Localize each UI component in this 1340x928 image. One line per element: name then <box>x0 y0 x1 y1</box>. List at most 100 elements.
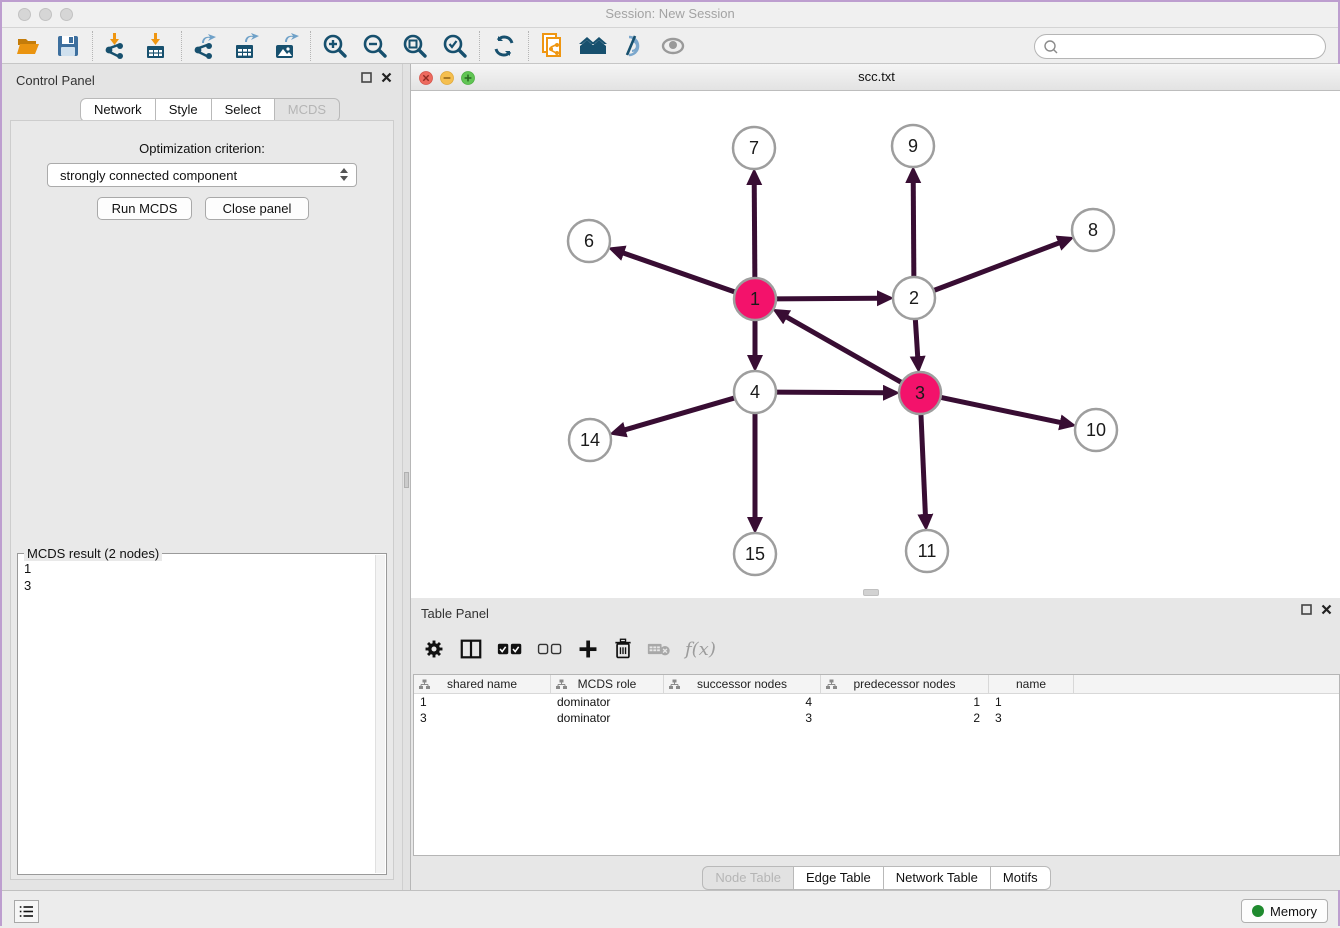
task-history-button[interactable] <box>14 900 39 923</box>
delete-column-icon[interactable] <box>613 638 633 660</box>
node-10[interactable]: 10 <box>1075 409 1117 451</box>
float-panel-icon[interactable] <box>361 72 372 83</box>
zoom-selected-icon[interactable] <box>435 31 475 61</box>
close-panel-icon[interactable] <box>381 72 392 83</box>
table-panel-title: Table Panel <box>421 606 489 621</box>
cell-successor-nodes[interactable]: 4 <box>664 694 821 710</box>
search-input[interactable] <box>1060 37 1325 57</box>
column-header-predecessor-nodes[interactable]: predecessor nodes <box>821 675 989 693</box>
tab-motifs[interactable]: Motifs <box>991 866 1051 890</box>
list-icon <box>19 905 34 918</box>
cell-predecessor-nodes[interactable]: 2 <box>821 710 989 726</box>
tab-network[interactable]: Network <box>80 98 156 122</box>
clone-network-icon[interactable] <box>533 31 573 61</box>
node-4[interactable]: 4 <box>734 371 776 413</box>
tab-network-table[interactable]: Network Table <box>884 866 991 890</box>
table-row[interactable]: 3dominator323 <box>414 710 1339 726</box>
close-network-icon[interactable] <box>419 71 433 85</box>
node-1[interactable]: 1 <box>734 278 776 320</box>
criterion-dropdown[interactable]: strongly connected component <box>47 163 357 187</box>
network-canvas[interactable]: 1 2 3 4 6 7 8 9 10 11 14 15 <box>411 91 1340 594</box>
edge-3-1[interactable] <box>786 317 903 384</box>
memory-status-icon <box>1252 905 1264 917</box>
edge-1-6[interactable] <box>623 253 737 293</box>
edge-2-8[interactable] <box>932 243 1060 291</box>
home-icon[interactable] <box>573 31 613 61</box>
node-14[interactable]: 14 <box>569 419 611 461</box>
close-table-panel-icon[interactable] <box>1321 604 1332 615</box>
network-hscrollbar-thumb[interactable] <box>863 589 879 596</box>
node-table[interactable]: shared nameMCDS rolesuccessor nodesprede… <box>413 674 1340 856</box>
edge-1-7[interactable] <box>754 184 755 280</box>
export-network-icon[interactable] <box>186 31 226 61</box>
node-8[interactable]: 8 <box>1072 209 1114 251</box>
node-6[interactable]: 6 <box>568 220 610 262</box>
maximize-traffic-icon[interactable] <box>60 8 73 21</box>
refresh-layout-icon[interactable] <box>484 31 524 61</box>
node-15[interactable]: 15 <box>734 533 776 575</box>
export-image-icon[interactable] <box>266 31 306 61</box>
optimization-criterion-label: Optimization criterion: <box>11 141 393 156</box>
zoom-in-icon[interactable] <box>315 31 355 61</box>
add-column-icon[interactable] <box>577 638 599 660</box>
cell-shared-name[interactable]: 1 <box>414 694 551 710</box>
result-scrollbar[interactable] <box>375 555 385 873</box>
tab-style[interactable]: Style <box>156 98 212 122</box>
column-header-name[interactable]: name <box>989 675 1074 693</box>
tab-node-table[interactable]: Node Table <box>702 866 794 890</box>
cell-predecessor-nodes[interactable]: 1 <box>821 694 989 710</box>
minimize-network-icon[interactable] <box>440 71 454 85</box>
table-row[interactable]: 1dominator411 <box>414 694 1339 710</box>
eye-icon[interactable] <box>653 31 693 61</box>
select-all-icon[interactable] <box>497 641 523 657</box>
float-table-panel-icon[interactable] <box>1301 604 1312 615</box>
edge-4-3[interactable] <box>774 392 884 393</box>
zoom-out-icon[interactable] <box>355 31 395 61</box>
cell-successor-nodes[interactable]: 3 <box>664 710 821 726</box>
edge-2-3[interactable] <box>915 317 918 357</box>
cell-MCDS-role[interactable]: dominator <box>551 694 664 710</box>
zoom-network-icon[interactable] <box>461 71 475 85</box>
column-header-shared-name[interactable]: shared name <box>414 675 551 693</box>
export-table-icon[interactable] <box>226 31 266 61</box>
zoom-fit-icon[interactable] <box>395 31 435 61</box>
node-3[interactable]: 3 <box>899 372 941 414</box>
import-network-icon[interactable] <box>97 31 137 61</box>
cell-MCDS-role[interactable]: dominator <box>551 710 664 726</box>
open-folder-icon[interactable] <box>8 31 48 61</box>
close-traffic-icon[interactable] <box>18 8 31 21</box>
memory-button[interactable]: Memory <box>1241 899 1328 923</box>
hide-panel-icon[interactable] <box>613 31 653 61</box>
gear-icon[interactable] <box>423 638 445 660</box>
network-graph[interactable]: 1 2 3 4 6 7 8 9 10 11 14 15 <box>411 91 1340 594</box>
column-header-successor-nodes[interactable]: successor nodes <box>664 675 821 693</box>
minimize-traffic-icon[interactable] <box>39 8 52 21</box>
columns-icon[interactable] <box>459 637 483 661</box>
search-field[interactable] <box>1034 34 1326 59</box>
deselect-all-icon[interactable] <box>537 641 563 657</box>
panel-splitter[interactable] <box>402 64 411 890</box>
run-mcds-button[interactable]: Run MCDS <box>97 197 192 220</box>
node-7[interactable]: 7 <box>733 127 775 169</box>
column-header-MCDS-role[interactable]: MCDS role <box>551 675 664 693</box>
edge-1-2[interactable] <box>774 298 878 299</box>
cell-shared-name[interactable]: 3 <box>414 710 551 726</box>
cell-name[interactable]: 1 <box>989 694 1074 710</box>
node-11[interactable]: 11 <box>906 530 948 572</box>
splitter-grip[interactable] <box>404 472 409 488</box>
edge-2-9[interactable] <box>913 182 914 279</box>
node-9[interactable]: 9 <box>892 125 934 167</box>
tab-select[interactable]: Select <box>212 98 275 122</box>
edge-3-10[interactable] <box>939 397 1061 423</box>
function-icon[interactable]: f(x) <box>685 639 716 660</box>
close-panel-button[interactable]: Close panel <box>205 197 309 220</box>
tab-edge-table[interactable]: Edge Table <box>794 866 884 890</box>
save-icon[interactable] <box>48 31 88 61</box>
cell-name[interactable]: 3 <box>989 710 1074 726</box>
import-table-icon[interactable] <box>137 31 177 61</box>
tab-mcds[interactable]: MCDS <box>275 98 340 122</box>
node-2[interactable]: 2 <box>893 277 935 319</box>
delete-table-icon[interactable] <box>647 640 671 658</box>
edge-3-11[interactable] <box>921 412 926 515</box>
edge-4-14[interactable] <box>625 397 737 430</box>
